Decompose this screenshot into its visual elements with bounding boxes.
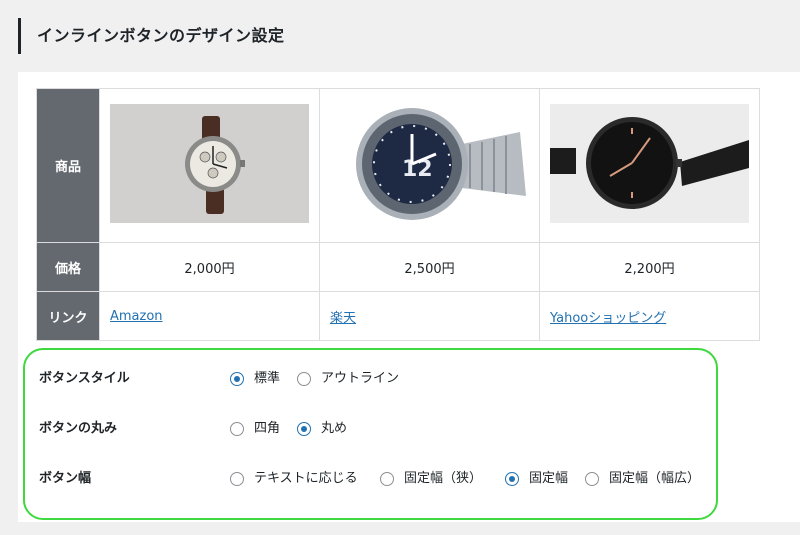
button-style-label: ボタンスタイル — [39, 371, 130, 386]
yahoo-shopping-link[interactable]: Yahooショッピング — [550, 311, 666, 326]
rakuten-link[interactable]: 楽天 — [330, 311, 356, 326]
price-cell: 2,500円 — [319, 242, 540, 292]
radio-style-outline[interactable]: アウトライン — [297, 367, 399, 391]
product-image-watch-dive: 12 — [330, 104, 529, 223]
button-style-row: ボタンスタイル 標準 アウトライン — [25, 367, 716, 391]
option-label: 標準 — [254, 371, 281, 386]
table-row-product: 商品 12 — [36, 88, 760, 243]
link-cell: 楽天 — [319, 291, 540, 341]
radio-unchecked-icon[interactable] — [230, 472, 244, 486]
row-header-price: 価格 — [36, 242, 100, 292]
link-cell: Yahooショッピング — [539, 291, 760, 341]
button-width-row: ボタン幅 テキストに応じる 固定幅（狭） 固定幅 固定幅（幅広） — [25, 467, 716, 491]
option-label: アウトライン — [321, 371, 400, 386]
settings-panel: 商品 12 価格 2,000円 2,500円 2,200円 リンク Amazon… — [18, 72, 800, 522]
radio-width-fixed[interactable]: 固定幅 — [505, 467, 568, 491]
radio-width-auto[interactable]: テキストに応じる — [230, 467, 358, 491]
section-title: インラインボタンのデザイン設定 — [18, 18, 285, 54]
amazon-link[interactable]: Amazon — [110, 309, 163, 324]
button-settings-group: ボタンスタイル 標準 アウトライン ボタンの丸み 四角 丸め ボタン幅 テキスト… — [23, 348, 718, 520]
radio-width-fixed-narrow[interactable]: 固定幅（狭） — [380, 467, 482, 491]
price-cell: 2,200円 — [539, 242, 760, 292]
radio-width-fixed-wide[interactable]: 固定幅（幅広） — [585, 467, 700, 491]
table-row-price: 価格 2,000円 2,500円 2,200円 — [36, 242, 760, 292]
product-cell-1 — [99, 88, 320, 243]
radio-style-standard[interactable]: 標準 — [230, 367, 280, 391]
radio-checked-icon[interactable] — [297, 422, 311, 436]
option-label: 固定幅（狭） — [404, 471, 483, 486]
table-row-link: リンク Amazon 楽天 Yahooショッピング — [36, 291, 760, 341]
price-cell: 2,000円 — [99, 242, 320, 292]
option-label: 固定幅 — [529, 471, 569, 486]
product-cell-2: 12 — [319, 88, 540, 243]
row-header-link: リンク — [36, 291, 100, 341]
button-roundness-row: ボタンの丸み 四角 丸め — [25, 417, 716, 441]
product-image-watch-chronograph — [110, 104, 309, 223]
option-label: 丸め — [321, 421, 348, 436]
radio-roundness-square[interactable]: 四角 — [230, 417, 280, 441]
row-header-product: 商品 — [36, 88, 100, 243]
button-width-label: ボタン幅 — [39, 471, 92, 486]
radio-unchecked-icon[interactable] — [230, 422, 244, 436]
radio-roundness-rounded[interactable]: 丸め — [297, 417, 347, 441]
option-label: 四角 — [254, 421, 281, 436]
radio-checked-icon[interactable] — [505, 472, 519, 486]
radio-unchecked-icon[interactable] — [380, 472, 394, 486]
product-cell-3 — [539, 88, 760, 243]
link-cell: Amazon — [99, 291, 320, 341]
radio-unchecked-icon[interactable] — [585, 472, 599, 486]
option-label: テキストに応じる — [254, 471, 358, 486]
radio-checked-icon[interactable] — [230, 372, 244, 386]
button-roundness-label: ボタンの丸み — [39, 421, 118, 436]
product-table: 商品 12 価格 2,000円 2,500円 2,200円 リンク Amazon… — [36, 88, 760, 341]
radio-unchecked-icon[interactable] — [297, 372, 311, 386]
option-label: 固定幅（幅広） — [609, 471, 701, 486]
product-image-watch-black — [550, 104, 749, 223]
